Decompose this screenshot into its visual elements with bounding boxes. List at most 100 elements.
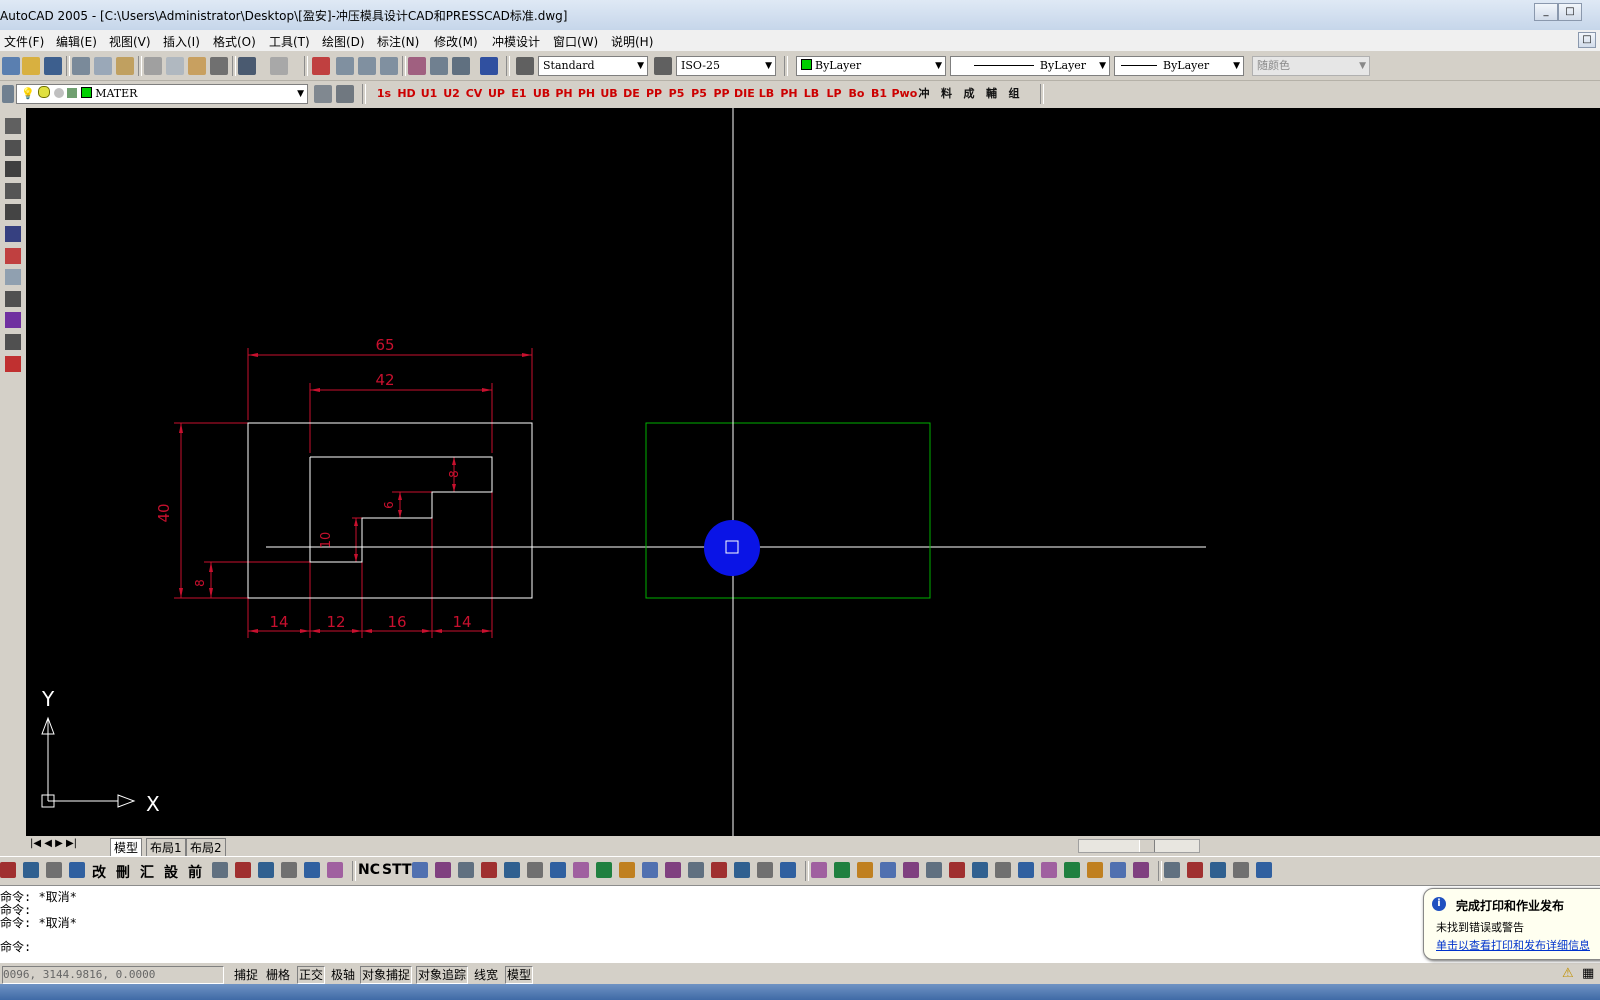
copy-icon[interactable] — [166, 57, 184, 75]
presscad-button-21[interactable]: Bo — [847, 84, 867, 104]
presscad-button-16[interactable]: DIE — [734, 84, 755, 104]
punch2-icon[interactable] — [5, 139, 21, 156]
minimize-button[interactable]: _ — [1534, 3, 1558, 21]
menu-tools[interactable]: 工具(T) — [269, 33, 310, 50]
bottom-tool-icon-50[interactable] — [1187, 862, 1203, 878]
bottom-tool-icon-45[interactable] — [1064, 862, 1080, 878]
bottom-tool-icon-41[interactable] — [972, 862, 988, 878]
block-icon[interactable] — [5, 312, 21, 329]
cloud-icon[interactable] — [5, 247, 21, 264]
bottom-tool-icon-53[interactable] — [1256, 862, 1272, 878]
bottom-tool-icon-18[interactable] — [435, 862, 451, 878]
bottom-tool-icon-26[interactable] — [619, 862, 635, 878]
bottom-tool-icon-2[interactable] — [46, 862, 62, 878]
open-icon[interactable] — [22, 57, 40, 75]
bottom-tool-button-4[interactable]: 改 — [92, 862, 106, 882]
presscad-button-25[interactable]: 料 — [937, 84, 957, 104]
menu-file[interactable]: 文件(F) — [4, 33, 44, 50]
bottom-tool-icon-21[interactable] — [504, 862, 520, 878]
presscad-button-3[interactable]: U2 — [442, 84, 462, 104]
presscad-button-27[interactable]: 輔 — [982, 84, 1002, 104]
menu-help[interactable]: 说明(H) — [611, 33, 653, 50]
warning-icon[interactable]: ⚠ — [1562, 966, 1574, 981]
ortho-toggle[interactable]: 正交 — [297, 966, 326, 984]
bottom-tool-icon-30[interactable] — [711, 862, 727, 878]
doc-restore-button[interactable]: □ — [1578, 32, 1596, 48]
text-style-select[interactable]: Standard ▼ — [538, 56, 648, 76]
aux-icon[interactable] — [5, 355, 21, 372]
help-icon[interactable] — [480, 57, 498, 75]
bottom-tool-icon-35[interactable] — [834, 862, 850, 878]
bottom-tool-icon-9[interactable] — [212, 862, 228, 878]
plot-notification-balloon[interactable]: i 完成打印和作业发布 未找到错误或警告 单击以查看打印和发布详细信息 — [1423, 888, 1600, 960]
bottom-tool-icon-46[interactable] — [1087, 862, 1103, 878]
presscad-button-2[interactable]: U1 — [419, 84, 439, 104]
print-icon[interactable] — [72, 57, 90, 75]
bottom-tool-icon-31[interactable] — [734, 862, 750, 878]
bottom-tool-icon-1[interactable] — [23, 862, 39, 878]
new-icon[interactable] — [2, 57, 20, 75]
layer-manager-icon[interactable] — [2, 85, 14, 103]
presscad-button-26[interactable]: 成 — [959, 84, 979, 104]
die-icon[interactable] — [5, 161, 21, 178]
bottom-tool-button-16[interactable]: STT — [382, 862, 412, 878]
bottom-tool-icon-23[interactable] — [550, 862, 566, 878]
bottom-tool-icon-38[interactable] — [903, 862, 919, 878]
presscad-button-10[interactable]: UB — [599, 84, 619, 104]
make-current-icon[interactable] — [314, 85, 332, 103]
punch-icon[interactable] — [5, 118, 21, 134]
tab-first-icon[interactable]: |◀ ◀ ▶ ▶| — [30, 838, 77, 849]
bottom-tool-icon-22[interactable] — [527, 862, 543, 878]
presscad-button-14[interactable]: P5 — [689, 84, 709, 104]
presscad-button-5[interactable]: UP — [487, 84, 507, 104]
bottom-tool-button-5[interactable]: 刪 — [116, 862, 130, 882]
drawing-canvas[interactable]: 65 42 40 8 6 10 8 14 12 16 14 Y X — [26, 108, 1600, 836]
menu-modify[interactable]: 修改(M) — [434, 33, 478, 50]
presscad-button-23[interactable]: Pwo — [892, 84, 918, 104]
bottom-tool-icon-25[interactable] — [596, 862, 612, 878]
zoom-realtime-icon[interactable] — [336, 57, 354, 75]
bottom-tool-icon-43[interactable] — [1018, 862, 1034, 878]
otrack-toggle[interactable]: 对象追踪 — [416, 966, 469, 984]
menu-die-design[interactable]: 冲模设计 — [492, 33, 540, 50]
bottom-tool-icon-14[interactable] — [327, 862, 343, 878]
bottom-tool-icon-47[interactable] — [1110, 862, 1126, 878]
layer-select[interactable]: 💡 MATER ▼ — [16, 84, 308, 104]
design-center-icon[interactable] — [430, 57, 448, 75]
balloon-link[interactable]: 单击以查看打印和发布详细信息 — [1436, 937, 1600, 953]
bottom-tool-icon-37[interactable] — [880, 862, 896, 878]
presscad-button-13[interactable]: P5 — [667, 84, 687, 104]
bottom-tool-icon-11[interactable] — [258, 862, 274, 878]
tab-model[interactable]: 模型 — [110, 838, 143, 857]
presscad-button-19[interactable]: LB — [802, 84, 822, 104]
presscad-button-1[interactable]: HD — [397, 84, 417, 104]
presscad-button-20[interactable]: LP — [824, 84, 844, 104]
pan-icon[interactable] — [312, 57, 330, 75]
properties-icon[interactable] — [408, 57, 426, 75]
bottom-tool-icon-10[interactable] — [235, 862, 251, 878]
maximize-button[interactable]: □ — [1558, 3, 1582, 21]
menu-dimension[interactable]: 标注(N) — [377, 33, 419, 50]
zoom-previous-icon[interactable] — [380, 57, 398, 75]
bottom-tool-icon-3[interactable] — [69, 862, 85, 878]
bottom-tool-icon-36[interactable] — [857, 862, 873, 878]
layer-plate-icon[interactable] — [5, 226, 21, 242]
menu-insert[interactable]: 插入(I) — [163, 33, 200, 50]
horizontal-scrollbar[interactable] — [1078, 839, 1200, 853]
bottom-tool-button-7[interactable]: 設 — [164, 862, 178, 882]
polar-toggle[interactable]: 极轴 — [329, 966, 358, 984]
bottom-tool-icon-48[interactable] — [1133, 862, 1149, 878]
bottom-tool-icon-32[interactable] — [757, 862, 773, 878]
bottom-tool-icon-42[interactable] — [995, 862, 1011, 878]
presscad-button-8[interactable]: PH — [554, 84, 574, 104]
bottom-tool-icon-24[interactable] — [573, 862, 589, 878]
presscad-button-17[interactable]: LB — [757, 84, 777, 104]
presscad-button-22[interactable]: B1 — [869, 84, 889, 104]
cut-icon[interactable] — [144, 57, 162, 75]
presscad-button-18[interactable]: PH — [779, 84, 799, 104]
menu-edit[interactable]: 编辑(E) — [56, 33, 97, 50]
rect-icon[interactable] — [5, 269, 21, 286]
presscad-button-11[interactable]: DE — [622, 84, 642, 104]
command-prompt[interactable]: 命令: — [0, 938, 31, 955]
presscad-button-12[interactable]: PP — [644, 84, 664, 104]
